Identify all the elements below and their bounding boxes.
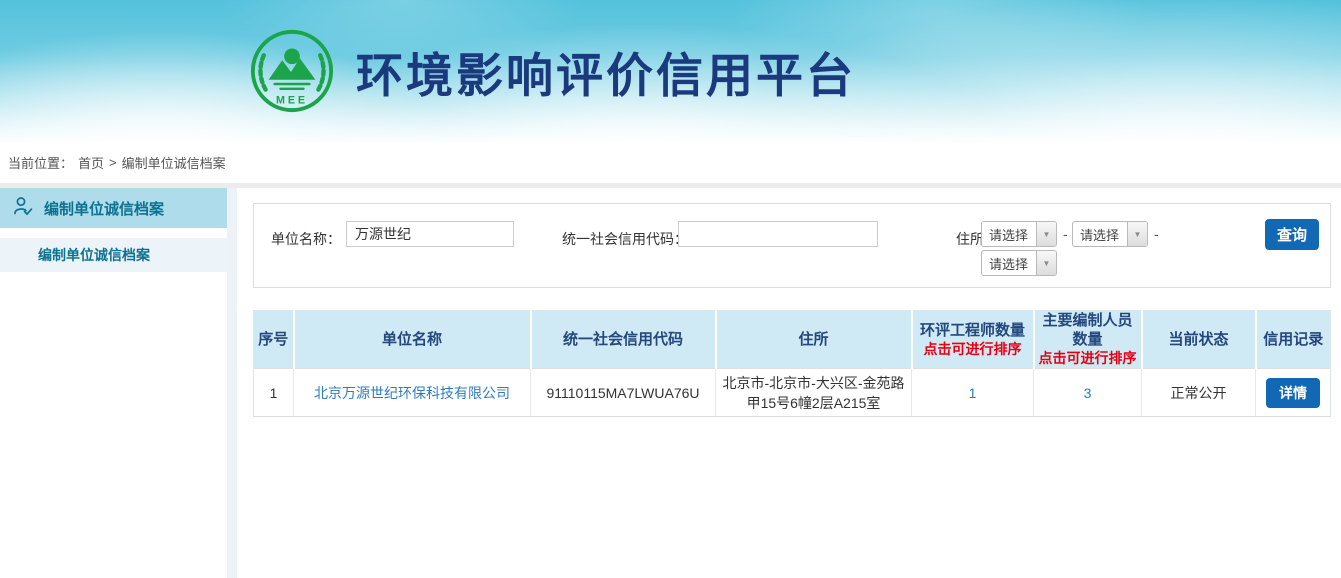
city-select[interactable]: 请选择 ▼: [1072, 221, 1148, 247]
table-header-row: 序号 单位名称 统一社会信用代码 住所 环评工程师数量 点击可进行排序 主要编制…: [254, 311, 1331, 369]
col-header-credit-record: 信用记录: [1256, 311, 1331, 369]
credit-code-input[interactable]: [678, 221, 878, 247]
col-header-staff-count-sort[interactable]: 主要编制人员数量 点击可进行排序: [1034, 311, 1142, 369]
detail-button[interactable]: 详情: [1266, 378, 1320, 408]
district-select-value: 请选择: [982, 251, 1036, 275]
province-select-value: 请选择: [982, 222, 1036, 246]
col-header-engineer-count-sort[interactable]: 环评工程师数量 点击可进行排序: [912, 311, 1034, 369]
col-header-index: 序号: [254, 311, 294, 369]
col-header-address: 住所: [716, 311, 912, 369]
sidebar-subitem-unit-credit-archive[interactable]: 编制单位诚信档案: [0, 238, 227, 272]
sort-hint: 点击可进行排序: [1037, 349, 1139, 368]
col-header-staff-count-label: 主要编制人员数量: [1042, 312, 1132, 348]
chevron-down-icon: ▼: [1036, 222, 1056, 246]
query-button[interactable]: 查询: [1265, 219, 1319, 250]
province-select[interactable]: 请选择 ▼: [981, 221, 1057, 247]
chevron-down-icon: ▼: [1036, 251, 1056, 275]
search-panel: 单位名称： 统一社会信用代码： 住所： 请选择 ▼ - 请选择 ▼ - 请选择 …: [253, 203, 1331, 288]
address-dash-1: -: [1063, 226, 1068, 242]
page: MEE 环境影响评价信用平台 当前位置： 首页 > 编制单位诚信档案 编制单位诚: [0, 0, 1341, 578]
breadcrumb-separator: >: [109, 155, 117, 170]
unit-name-input[interactable]: [346, 221, 514, 247]
breadcrumb: 当前位置： 首页 > 编制单位诚信档案: [0, 142, 1341, 183]
sidebar: 编制单位诚信档案 编制单位诚信档案: [0, 188, 227, 578]
breadcrumb-prefix: 当前位置：: [8, 153, 73, 172]
sidebar-item-label: 编制单位诚信档案: [44, 198, 164, 219]
col-header-unit-name: 单位名称: [294, 311, 531, 369]
site-header: MEE 环境影响评价信用平台: [0, 0, 1341, 142]
col-header-engineer-count-label: 环评工程师数量: [920, 322, 1025, 339]
address-dash-2: -: [1154, 226, 1159, 242]
site-title: 环境影响评价信用平台: [356, 37, 856, 106]
district-select[interactable]: 请选择 ▼: [981, 250, 1057, 276]
credit-code-label: 统一社会信用代码：: [562, 229, 688, 249]
sidebar-item-unit-credit-archive[interactable]: 编制单位诚信档案: [0, 188, 227, 228]
chevron-down-icon: ▼: [1127, 222, 1147, 246]
person-check-icon: [12, 195, 34, 222]
logo-text: MEE: [276, 94, 308, 106]
content: 编制单位诚信档案 编制单位诚信档案 单位名称： 统一社会信用代码： 住所： 请选…: [0, 188, 1341, 578]
unit-name-label: 单位名称：: [271, 229, 341, 249]
breadcrumb-home-link[interactable]: 首页: [78, 153, 104, 172]
cell-credit-code: 91110115MA7LWUA76U: [531, 369, 716, 417]
engineer-count-link[interactable]: 1: [969, 385, 977, 401]
sort-hint: 点击可进行排序: [915, 340, 1031, 359]
city-select-value: 请选择: [1073, 222, 1127, 246]
sidebar-main-divider: [227, 188, 237, 578]
cell-address: 北京市-北京市-大兴区-金苑路甲15号6幢2层A215室: [716, 369, 912, 417]
staff-count-link[interactable]: 3: [1084, 385, 1092, 401]
breadcrumb-current: 编制单位诚信档案: [122, 153, 226, 172]
cell-status: 正常公开: [1142, 369, 1256, 417]
table-row: 1 北京万源世纪环保科技有限公司 91110115MA7LWUA76U 北京市-…: [254, 369, 1331, 417]
main: 单位名称： 统一社会信用代码： 住所： 请选择 ▼ - 请选择 ▼ - 请选择 …: [237, 188, 1341, 578]
col-header-credit-code: 统一社会信用代码: [531, 311, 716, 369]
sidebar-subitem-label: 编制单位诚信档案: [38, 245, 150, 265]
mee-logo-icon: MEE: [248, 27, 336, 115]
col-header-status: 当前状态: [1142, 311, 1256, 369]
results-table: 序号 单位名称 统一社会信用代码 住所 环评工程师数量 点击可进行排序 主要编制…: [253, 310, 1331, 417]
unit-name-link[interactable]: 北京万源世纪环保科技有限公司: [314, 385, 510, 401]
cell-index: 1: [254, 369, 294, 417]
